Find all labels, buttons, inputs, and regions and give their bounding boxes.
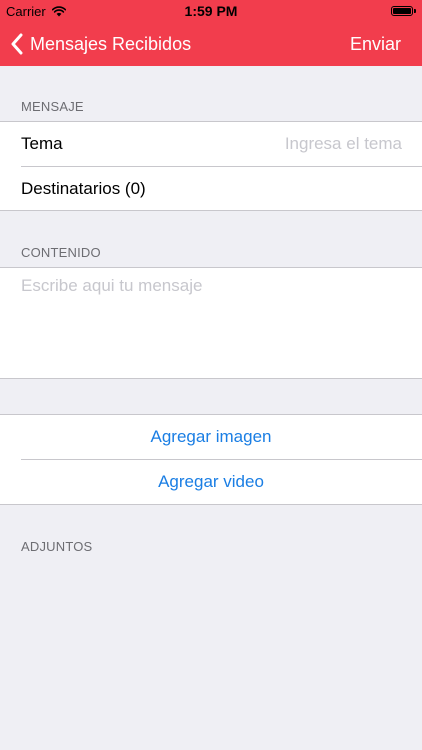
add-video-button[interactable]: Agregar video (0, 460, 422, 504)
attachments-section-header: ADJUNTOS (21, 539, 93, 554)
message-group: Tema Destinatarios (0) (0, 121, 422, 211)
header: Carrier 1:59 PM Mensajes Recibidos Envia… (0, 0, 422, 66)
recipients-row[interactable]: Destinatarios (0) (0, 167, 422, 211)
subject-label: Tema (21, 134, 63, 153)
back-label: Mensajes Recibidos (30, 33, 192, 54)
add-image-button[interactable]: Agregar imagen (0, 415, 422, 459)
status-time: 1:59 PM (184, 3, 238, 19)
add-video-row[interactable]: Agregar video (0, 460, 422, 504)
status-bar: Carrier 1:59 PM (0, 0, 422, 22)
back-button[interactable]: Mensajes Recibidos (10, 22, 191, 66)
content-section-header: CONTENIDO (21, 245, 101, 260)
message-section-header: MENSAJE (21, 99, 84, 114)
actions-group: Agregar imagen Agregar video (0, 414, 422, 505)
subject-input[interactable] (182, 129, 402, 159)
battery-level-fill (393, 8, 411, 14)
send-button[interactable]: Enviar (350, 22, 401, 66)
battery-tip (414, 9, 416, 13)
add-image-row[interactable]: Agregar imagen (0, 415, 422, 459)
nav-bar: Mensajes Recibidos Enviar (0, 22, 422, 66)
recipients-label: Destinatarios (0) (21, 179, 146, 198)
battery-icon (391, 6, 413, 16)
message-body-input[interactable] (15, 270, 407, 374)
content-group (0, 267, 422, 379)
subject-row[interactable]: Tema (0, 122, 422, 166)
chevron-left-icon (11, 33, 23, 55)
